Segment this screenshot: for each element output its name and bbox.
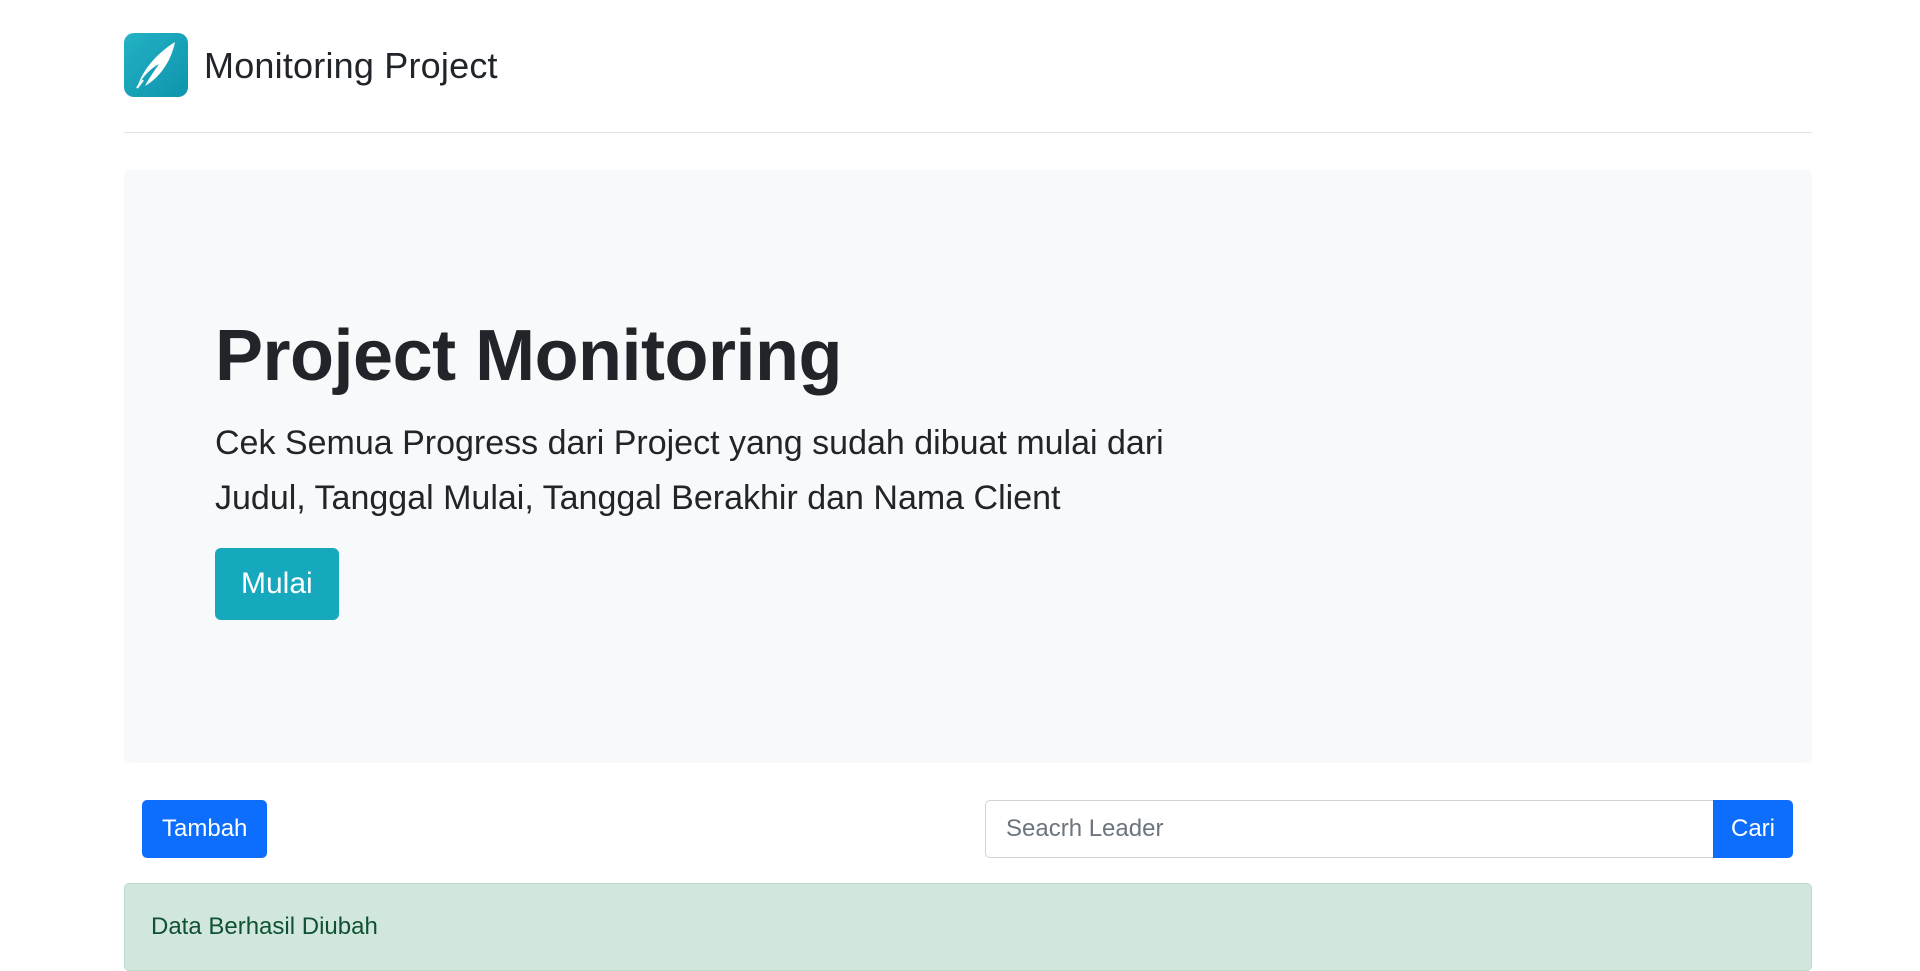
hero-description: Cek Semua Progress dari Project yang sud… (215, 424, 1164, 517)
hero-title: Project Monitoring (215, 316, 842, 396)
alert-message: Data Berhasil Diubah (151, 913, 378, 940)
search-form: Cari (985, 800, 1793, 858)
search-input[interactable] (985, 800, 1713, 858)
navbar: Monitoring Project (124, 0, 1812, 133)
action-toolbar: Tambah Cari (124, 800, 1812, 858)
page-container: Monitoring Project Project Monitoring Ce… (124, 0, 1812, 971)
jumbotron: Project Monitoring Cek Semua Progress da… (124, 170, 1812, 763)
start-button[interactable]: Mulai (215, 548, 339, 620)
brand-title[interactable]: Monitoring Project (204, 45, 498, 87)
success-alert: Data Berhasil Diubah (124, 883, 1812, 971)
feather-logo-icon[interactable] (124, 33, 188, 97)
add-button[interactable]: Tambah (142, 800, 268, 858)
search-button[interactable]: Cari (1713, 800, 1793, 858)
